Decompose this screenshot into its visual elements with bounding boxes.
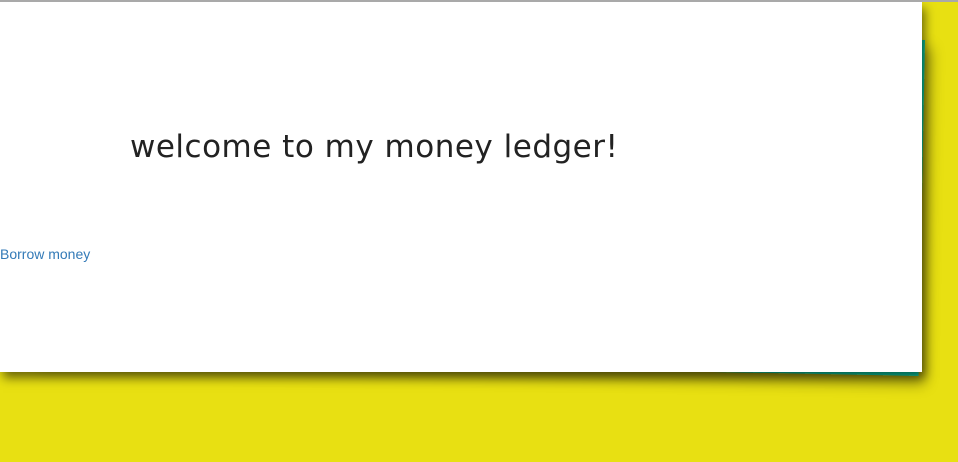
borrow-money-link[interactable]: Borrow money (0, 246, 90, 262)
main-paper-card: welcome to my money ledger! Borrow money (0, 2, 922, 372)
page-title: welcome to my money ledger! (130, 129, 619, 165)
window-top-border (0, 0, 958, 2)
